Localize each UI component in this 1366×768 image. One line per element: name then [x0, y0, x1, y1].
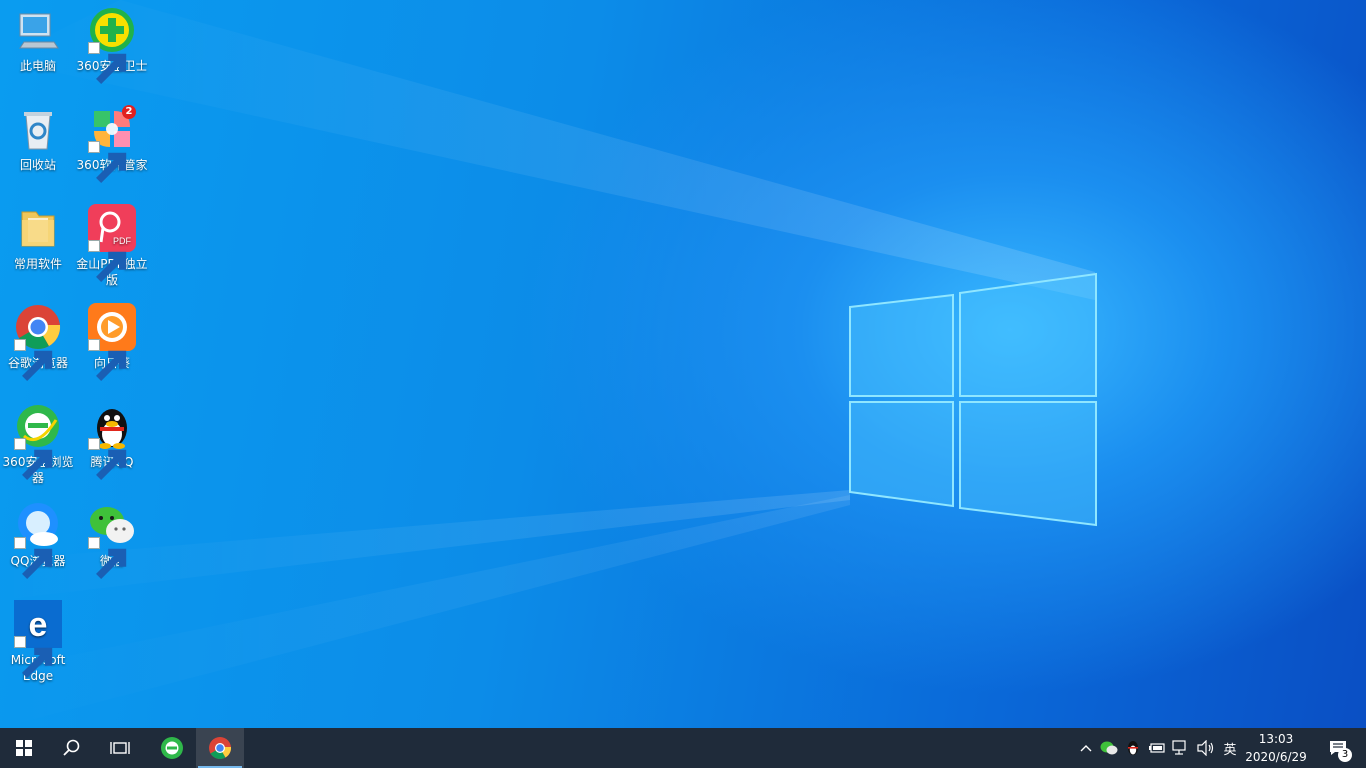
- start-button[interactable]: [0, 728, 48, 768]
- tray-qq[interactable]: [1122, 728, 1144, 768]
- shortcut-arrow-icon: [14, 339, 53, 381]
- recycle-bin-icon: [14, 105, 62, 153]
- notification-count-badge: 3: [1338, 748, 1352, 762]
- tray-network[interactable]: [1170, 728, 1192, 768]
- search-icon: [63, 739, 80, 756]
- tray-battery[interactable]: [1146, 728, 1168, 768]
- clock[interactable]: 13:03 2020/6/29: [1236, 728, 1316, 768]
- battery-icon: [1149, 743, 1165, 753]
- wechat-icon: [1100, 741, 1118, 755]
- desktop-icon-label: 回收站: [19, 158, 56, 172]
- 360-safe-icon: [88, 6, 136, 84]
- shortcut-arrow-icon: [88, 42, 127, 84]
- taskbar: 英 13:03 2020/6/29 3: [0, 728, 1366, 768]
- qq-penguin-icon: [88, 402, 136, 480]
- shortcut-arrow-icon: [88, 339, 127, 381]
- desktop-icon-this-pc[interactable]: 此电脑: [0, 6, 76, 74]
- desktop-icon-360-browser[interactable]: 360安全浏览器: [0, 402, 76, 486]
- 360-browser-icon: [161, 737, 183, 759]
- taskbar-chrome[interactable]: [196, 728, 244, 768]
- desktop-icon-label: 常用软件: [13, 257, 62, 271]
- task-view-icon: [110, 742, 130, 754]
- clock-date: 2020/6/29: [1245, 750, 1307, 764]
- desktop[interactable]: 此电脑 回收站 常用软件 谷歌浏览器 360安全浏览器 QQ浏览器 e Micr…: [0, 0, 1366, 728]
- network-icon: [1172, 740, 1186, 755]
- chrome-icon: [209, 737, 232, 759]
- notification-badge: 2: [122, 105, 136, 119]
- start-icon: [16, 740, 32, 756]
- desktop-icon-360-software-manager[interactable]: 2 360软件管家: [74, 105, 150, 183]
- desktop-icon-sunflower[interactable]: 向日葵: [74, 303, 150, 381]
- shortcut-arrow-icon: [14, 438, 53, 480]
- task-view-button[interactable]: [96, 728, 144, 768]
- desktop-icon-wechat[interactable]: 微信: [74, 501, 150, 579]
- qq-penguin-icon: [1128, 741, 1138, 755]
- wechat-icon: [88, 501, 136, 579]
- tray-volume[interactable]: [1194, 728, 1218, 768]
- 360-software-manager-icon: 2: [88, 105, 136, 183]
- wallpaper-beams: [0, 0, 1097, 728]
- pdf-icon: PDF: [88, 204, 136, 282]
- desktop-icon-recycle-bin[interactable]: 回收站: [0, 105, 76, 173]
- tray-overflow-button[interactable]: [1076, 728, 1096, 768]
- desktop-icon-common-software[interactable]: 常用软件: [0, 204, 76, 272]
- folder-icon: [14, 204, 62, 252]
- desktop-icon-edge[interactable]: e Microsoft Edge: [0, 600, 76, 684]
- shortcut-arrow-icon: [14, 537, 53, 579]
- windows-logo: [849, 272, 1097, 527]
- desktop-icon-chrome[interactable]: 谷歌浏览器: [0, 303, 76, 381]
- shortcut-arrow-icon: [88, 537, 127, 579]
- desktop-icon-qq[interactable]: 腾讯QQ: [74, 402, 150, 480]
- sunflower-icon: [88, 303, 136, 381]
- clock-time: 13:03: [1258, 732, 1294, 746]
- search-button[interactable]: [48, 728, 96, 768]
- shortcut-arrow-icon: [14, 636, 53, 678]
- tray-wechat[interactable]: [1098, 728, 1120, 768]
- shortcut-arrow-icon: [88, 438, 127, 480]
- desktop-icon-qq-browser[interactable]: QQ浏览器: [0, 501, 76, 579]
- desktop-icon-label: 此电脑: [19, 59, 56, 73]
- chevron-up-icon: [1080, 745, 1092, 752]
- action-center-button[interactable]: 3: [1318, 728, 1358, 768]
- shortcut-arrow-icon: [88, 141, 127, 183]
- chrome-icon: [14, 303, 62, 381]
- shortcut-arrow-icon: [88, 240, 127, 282]
- volume-icon: [1197, 740, 1214, 756]
- desktop-icon-wps-pdf[interactable]: PDF 金山PDF独立版: [74, 204, 150, 288]
- edge-icon: e: [14, 600, 62, 678]
- desktop-icon-360-safe[interactable]: 360安全卫士: [74, 6, 150, 84]
- 360-browser-icon: [14, 402, 62, 480]
- taskbar-360-browser[interactable]: [148, 728, 196, 768]
- computer-icon: [14, 6, 62, 54]
- qq-browser-icon: [14, 501, 62, 579]
